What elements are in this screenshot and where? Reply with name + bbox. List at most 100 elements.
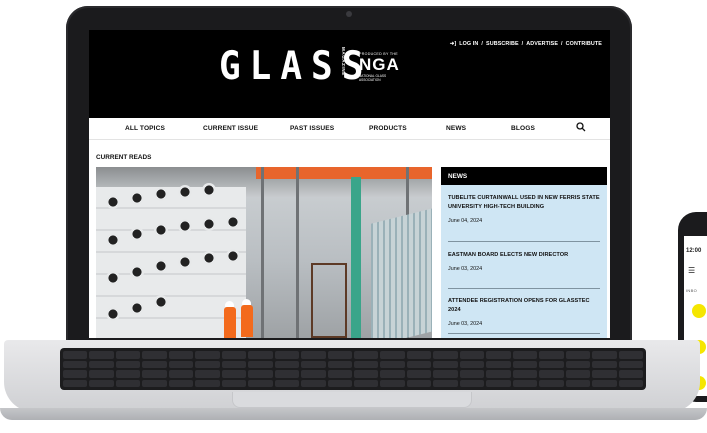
separator: / (481, 41, 484, 47)
keyboard-key (221, 351, 247, 359)
camera-icon (346, 11, 352, 17)
news-headline[interactable]: TUBELITE CURTAINWALL USED IN NEW FERRIS … (448, 194, 600, 212)
keyboard-key (248, 360, 273, 368)
divider (448, 241, 600, 242)
keyboard-key (195, 379, 220, 387)
keyboard-key (301, 360, 326, 368)
keyboard-key (539, 351, 564, 359)
nav-blogs[interactable]: BLOGS (511, 125, 535, 132)
hero-beam (261, 167, 264, 338)
separator: / (561, 41, 563, 47)
keyboard-key (221, 360, 247, 368)
keyboard-key (354, 351, 379, 359)
keyboard-key (459, 370, 485, 378)
keyboard-key (195, 370, 220, 378)
laptop-base-lip (0, 408, 707, 420)
login-icon[interactable]: ➜] (450, 41, 457, 47)
brand-subtitle: MAGAZINE (341, 47, 346, 76)
hero-roll (202, 217, 216, 231)
nav-all-topics[interactable]: ALL TOPICS (125, 125, 165, 132)
keyboard-key (89, 360, 114, 368)
news-headline[interactable]: ATTENDEE REGISTRATION OPENS FOR GLASSTEC… (448, 297, 600, 315)
keyboard-key (248, 370, 273, 378)
keyboard-key (406, 370, 432, 378)
nav-news[interactable]: NEWS (446, 125, 466, 132)
advertise-link[interactable]: ADVERTISE (526, 41, 558, 47)
keyboard-key (248, 351, 273, 359)
site-header: ➜] LOG IN / SUBSCRIBE / ADVERTISE / CONT… (89, 30, 610, 118)
keyboard-key (539, 379, 564, 387)
nga-logo: NGA (359, 55, 400, 74)
hamburger-icon[interactable]: ☰ (688, 266, 695, 275)
phone-inbox-label: INBO (686, 288, 697, 293)
keyboard-key (168, 370, 194, 378)
hero-roll (154, 223, 168, 237)
keyboard-key (142, 379, 167, 387)
brand-logo[interactable]: GLASS (219, 44, 372, 89)
keyboard-key (63, 351, 88, 359)
hero-roll (106, 195, 120, 209)
keyboard-key (195, 351, 220, 359)
keyboard-key (168, 360, 194, 368)
news-title-bar: NEWS (441, 167, 607, 185)
keyboard-key (168, 351, 194, 359)
keyboard-key (618, 360, 643, 368)
nav-current-issue[interactable]: CURRENT ISSUE (203, 125, 258, 132)
hero-image[interactable] (96, 167, 432, 338)
keyboard (60, 348, 646, 390)
hero-beam (296, 167, 299, 338)
keyboard-key (142, 370, 167, 378)
hero-roll (178, 255, 192, 269)
search-icon[interactable] (576, 122, 586, 132)
hero-roll (106, 233, 120, 247)
news-date: June 04, 2024 (448, 218, 483, 224)
hero-glass-panels (371, 206, 432, 338)
keyboard-key (274, 370, 300, 378)
hero-roll (154, 259, 168, 273)
top-links: ➜] LOG IN / SUBSCRIBE / ADVERTISE / CONT… (450, 41, 602, 47)
keyboard-key (592, 379, 617, 387)
keyboard-key (433, 351, 458, 359)
keyboard-key (459, 351, 485, 359)
keyboard-key (354, 370, 379, 378)
subscribe-link[interactable]: SUBSCRIBE (486, 41, 519, 47)
keyboard-key (433, 360, 458, 368)
news-date: June 03, 2024 (448, 266, 483, 272)
keyboard-key (539, 360, 564, 368)
news-item[interactable]: TUBELITE CURTAINWALL USED IN NEW FERRIS … (448, 194, 600, 224)
keyboard-key (301, 379, 326, 387)
keyboard-key (274, 379, 300, 387)
contribute-link[interactable]: CONTRIBUTE (566, 41, 602, 47)
nav-past-issues[interactable]: PAST ISSUES (290, 125, 334, 132)
keyboard-key (327, 351, 352, 359)
news-title: NEWS (448, 173, 468, 180)
keyboard-key (380, 379, 405, 387)
login-link[interactable]: LOG IN (459, 41, 478, 47)
keyboard-key (406, 360, 432, 368)
nga-logo-block[interactable]: PRODUCED BY THE NGA NATIONAL GLASS ASSOC… (359, 52, 400, 82)
hero-roll (202, 183, 216, 197)
news-item[interactable]: EASTMAN BOARD ELECTS NEW DIRECTOR June 0… (448, 251, 600, 272)
hero-roll (178, 219, 192, 233)
keyboard-key (89, 379, 114, 387)
news-headline[interactable]: EASTMAN BOARD ELECTS NEW DIRECTOR (448, 251, 600, 260)
hero-roll (130, 227, 144, 241)
keyboard-key (89, 351, 114, 359)
keyboard-key (459, 379, 485, 387)
keyboard-key (274, 351, 300, 359)
keyboard-key (142, 351, 167, 359)
hero-roll (202, 251, 216, 265)
keyboard-key (168, 379, 194, 387)
divider (448, 288, 600, 289)
keyboard-key (592, 370, 617, 378)
keyboard-key (433, 370, 458, 378)
keyboard-key (354, 360, 379, 368)
hero-roll (106, 307, 120, 321)
hero-roll (226, 215, 240, 229)
keyboard-key (63, 360, 88, 368)
nav-products[interactable]: PRODUCTS (369, 125, 407, 132)
keyboard-key (406, 379, 432, 387)
news-item[interactable]: ATTENDEE REGISTRATION OPENS FOR GLASSTEC… (448, 297, 600, 327)
keyboard-key (221, 379, 247, 387)
keyboard-key (380, 360, 405, 368)
